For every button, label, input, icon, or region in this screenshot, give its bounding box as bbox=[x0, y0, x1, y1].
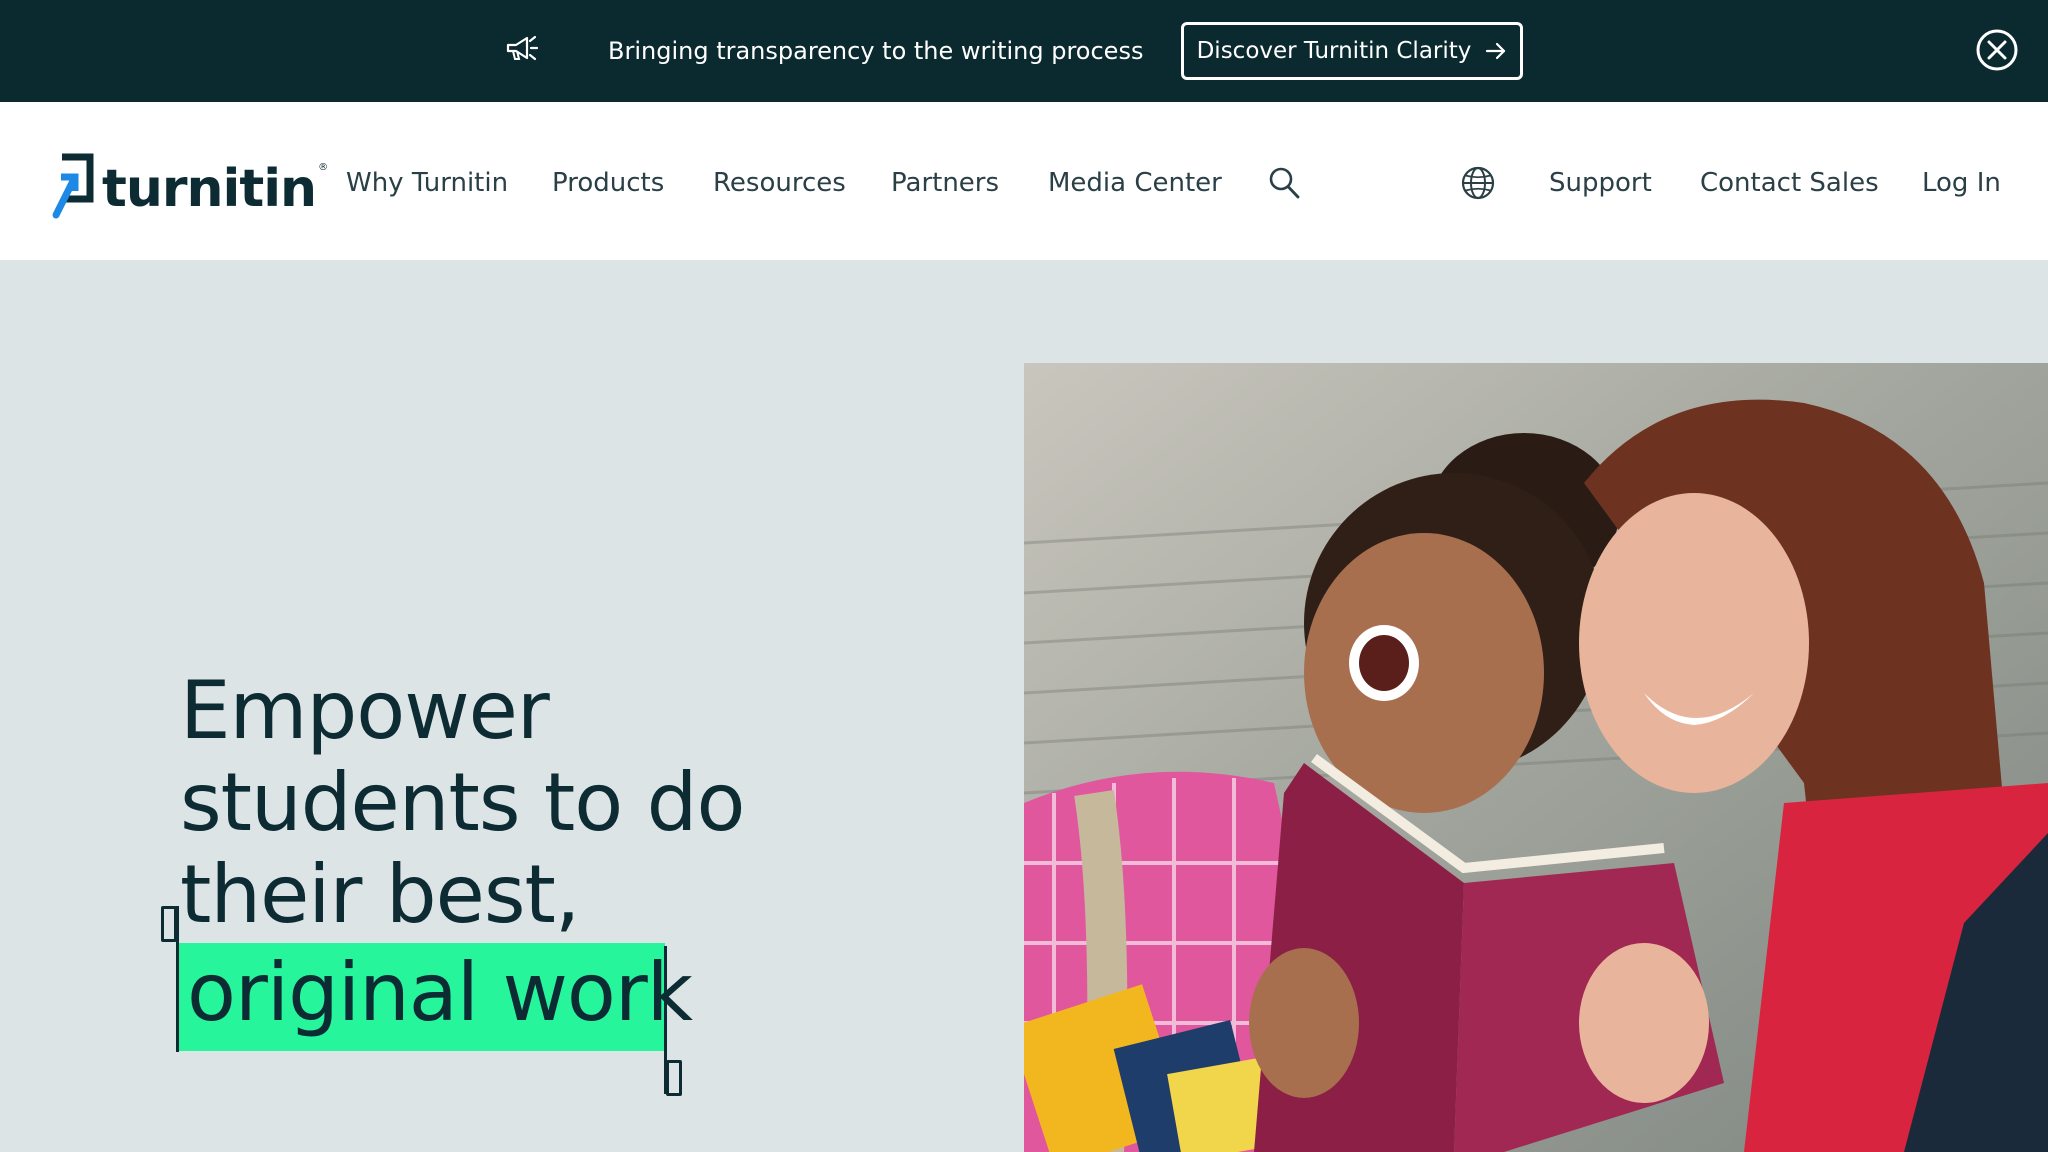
nav-resources[interactable]: Resources bbox=[713, 168, 846, 198]
site-header: turnitin ® Why Turnitin Products Resourc… bbox=[0, 102, 2048, 260]
nav-partners[interactable]: Partners bbox=[891, 168, 999, 198]
students-photo bbox=[1024, 363, 2048, 1152]
turnitin-logo[interactable]: turnitin ® bbox=[48, 152, 328, 226]
globe-icon[interactable] bbox=[1461, 166, 1495, 200]
nav-contact-sales[interactable]: Contact Sales bbox=[1700, 168, 1879, 198]
headline-line-3: their best, bbox=[180, 848, 580, 941]
nav-media-center[interactable]: Media Center bbox=[1048, 168, 1222, 198]
headline-line-1: Empower bbox=[180, 664, 550, 757]
nav-products[interactable]: Products bbox=[552, 168, 664, 198]
hero-headline: Empower students to do their best, bbox=[180, 664, 745, 941]
search-icon[interactable] bbox=[1268, 166, 1300, 200]
hero-image bbox=[1024, 363, 2048, 1152]
nav-why-turnitin[interactable]: Why Turnitin bbox=[346, 168, 508, 198]
logo-wordmark: turnitin bbox=[102, 159, 317, 219]
selection-handle-left bbox=[161, 906, 177, 942]
close-icon[interactable] bbox=[1975, 28, 2019, 72]
megaphone-icon bbox=[506, 35, 539, 61]
nav-support[interactable]: Support bbox=[1549, 168, 1652, 198]
headline-line-2: students to do bbox=[180, 756, 745, 849]
selection-handle-right bbox=[666, 1060, 682, 1096]
announcement-message: Bringing transparency to the writing pro… bbox=[608, 37, 1144, 65]
logo-trademark: ® bbox=[318, 162, 329, 173]
announcement-bar: Bringing transparency to the writing pro… bbox=[0, 0, 2048, 102]
discover-clarity-button[interactable]: Discover Turnitin Clarity bbox=[1181, 22, 1523, 80]
highlight-text: original work bbox=[187, 946, 693, 1039]
turnitin-logo-mark-icon bbox=[52, 153, 94, 219]
arrow-right-icon bbox=[1486, 42, 1506, 60]
discover-clarity-label: Discover Turnitin Clarity bbox=[1196, 38, 1472, 64]
nav-log-in[interactable]: Log In bbox=[1922, 168, 2001, 198]
